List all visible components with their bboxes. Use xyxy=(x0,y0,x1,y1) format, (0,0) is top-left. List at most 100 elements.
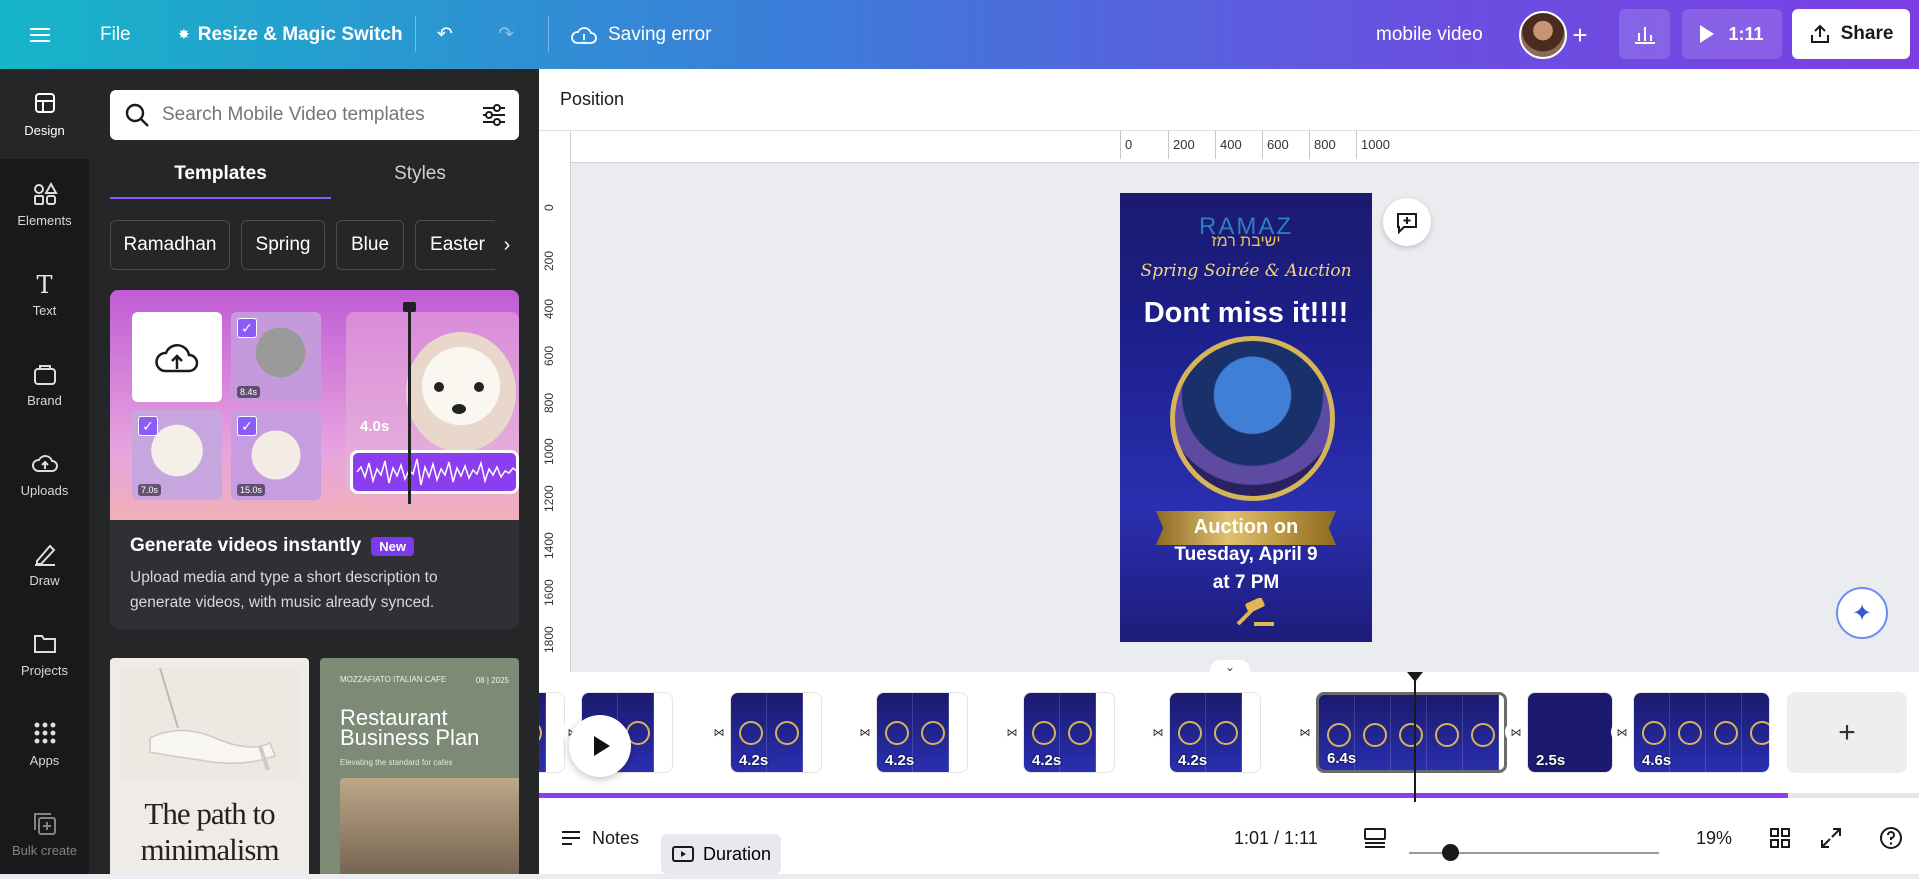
transition-icon[interactable]: ⋈ xyxy=(1294,721,1316,743)
search-input[interactable] xyxy=(162,104,462,126)
timeline-clip[interactable]: 4.2s xyxy=(1169,692,1261,773)
duration-button[interactable]: Duration xyxy=(661,834,782,874)
video-timeline: 4.2s 4.2s 4.2s 4.2s 6.4s 2.5s 4.6s ⋈ ⋈ ⋈… xyxy=(539,672,1919,802)
ruler-label: 200 xyxy=(542,250,556,271)
event-photo xyxy=(1170,336,1335,501)
transition-icon[interactable]: ⋈ xyxy=(1147,721,1169,743)
fullscreen-button[interactable] xyxy=(1820,802,1842,874)
generate-videos-promo[interactable]: ✓ 8.4s ✓ 7.0s ✓ 15.0s 4.0s Generate vide… xyxy=(110,290,519,629)
rail-item-elements[interactable]: Elements xyxy=(0,159,89,249)
clip-duration: 4.6s xyxy=(1642,752,1672,769)
checkbox-icon: ✓ xyxy=(138,416,158,436)
menu-icon[interactable] xyxy=(30,0,60,69)
poodle-thumbnail: ✓ 8.4s xyxy=(231,312,321,402)
ruler-tick xyxy=(1120,131,1121,159)
tab-styles[interactable]: Styles xyxy=(310,163,530,199)
card-title: The path to minimalism xyxy=(110,796,309,868)
clip-duration: 6.4s xyxy=(1327,750,1357,767)
panel-tabs: Templates Styles xyxy=(110,163,519,199)
ruler-label: 1600 xyxy=(542,579,556,606)
design-page[interactable]: RAMAZ ישיבת רמז Spring Soirée & Auction … xyxy=(1120,193,1372,642)
tab-templates[interactable]: Templates xyxy=(110,163,331,199)
divider xyxy=(415,16,416,52)
insights-button[interactable] xyxy=(1619,9,1670,59)
transition-icon[interactable]: ⋈ xyxy=(854,721,876,743)
add-collaborator-button[interactable]: + xyxy=(1563,18,1597,52)
rail-item-text[interactable]: T Text xyxy=(0,249,89,339)
transition-icon[interactable]: ⋈ xyxy=(708,721,730,743)
templates-panel: Templates Styles Ramadhan Spring Blue Ea… xyxy=(89,69,539,874)
design-icon xyxy=(33,91,57,117)
ruler-label: 0 xyxy=(542,204,556,211)
rail-item-bulk-create[interactable]: Bulk create xyxy=(0,789,89,879)
save-status[interactable]: Saving error xyxy=(570,0,712,69)
ruler-tick xyxy=(1215,131,1216,159)
position-button[interactable]: Position xyxy=(560,89,624,110)
document-title[interactable]: mobile video xyxy=(1376,0,1483,69)
timeline-clip[interactable]: 2.5s xyxy=(1527,692,1613,773)
timeline-clip[interactable]: 4.6s xyxy=(1633,692,1770,773)
bottom-bar: Notes Duration 1:01 / 1:11 19% xyxy=(539,802,1919,874)
template-card-restaurant-plan[interactable]: MOZZAFIATO ITALIAN CAFE 08 | 2025 Restau… xyxy=(320,658,519,874)
notes-label: Notes xyxy=(592,827,640,848)
avatar[interactable] xyxy=(1519,11,1567,59)
rail-item-projects[interactable]: Projects xyxy=(0,609,89,699)
rail-item-apps[interactable]: Apps xyxy=(0,699,89,789)
zoom-slider-handle[interactable] xyxy=(1442,844,1460,861)
sparkle-icon: ✸ xyxy=(178,26,190,42)
play-preview-button[interactable]: 1:11 xyxy=(1682,9,1782,59)
chip-blue[interactable]: Blue xyxy=(336,220,404,270)
rail-label: Design xyxy=(24,122,65,138)
help-button[interactable] xyxy=(1879,802,1903,874)
notes-button[interactable]: Notes xyxy=(560,802,639,874)
scrubber-line xyxy=(403,302,416,504)
timeline-play-button[interactable] xyxy=(569,715,631,777)
filter-icon[interactable] xyxy=(481,103,507,127)
add-page-button[interactable]: + xyxy=(1787,692,1907,773)
checkbox-icon: ✓ xyxy=(237,416,257,436)
playhead[interactable] xyxy=(1407,672,1423,802)
timeline-clip[interactable]: 4.2s xyxy=(730,692,822,773)
share-button[interactable]: Share xyxy=(1792,9,1910,59)
side-rail: Design Elements T Text Brand Uploads Dra… xyxy=(0,69,89,874)
grid-view-button[interactable] xyxy=(1769,802,1791,874)
chip-ramadhan[interactable]: Ramadhan xyxy=(110,220,230,270)
timeline-clip-selected[interactable]: 6.4s xyxy=(1316,692,1507,773)
rail-item-design[interactable]: Design xyxy=(0,69,89,159)
audio-waveform xyxy=(350,450,519,494)
clip-duration: 8.4s xyxy=(237,386,261,398)
timeline-clip[interactable]: 4.2s xyxy=(876,692,968,773)
undo-icon[interactable]: ↶ xyxy=(437,0,453,69)
chevron-right-icon[interactable]: › xyxy=(495,220,519,270)
magic-assistant-button[interactable]: ✦ xyxy=(1836,587,1888,639)
context-toolbar: Position xyxy=(539,69,1919,131)
clip-duration: 4.2s xyxy=(885,752,915,769)
file-menu-button[interactable]: File xyxy=(100,0,131,69)
add-comment-button[interactable] xyxy=(1383,198,1431,246)
rail-item-draw[interactable]: Draw xyxy=(0,519,89,609)
cloud-upload-icon xyxy=(155,344,199,373)
chip-spring[interactable]: Spring xyxy=(241,220,325,270)
rail-item-uploads[interactable]: Uploads xyxy=(0,429,89,519)
ruler-label: 1000 xyxy=(542,438,556,465)
save-status-label: Saving error xyxy=(608,23,712,45)
zoom-level[interactable]: 19% xyxy=(1696,802,1732,874)
rail-item-brand[interactable]: Brand xyxy=(0,339,89,429)
search-box[interactable] xyxy=(110,90,519,140)
chip-easter[interactable]: Easter xyxy=(415,220,500,270)
transition-icon[interactable]: ⋈ xyxy=(1001,721,1023,743)
redo-icon[interactable]: ↷ xyxy=(498,0,514,69)
bulldog-thumbnail: ✓ 15.0s xyxy=(231,410,321,500)
headline: Dont miss it!!!! xyxy=(1143,297,1349,329)
share-icon xyxy=(1810,24,1829,43)
timeline-clip[interactable]: 4.2s xyxy=(1023,692,1115,773)
ruler-left: 0 200 400 600 800 1000 1200 1400 1600 18… xyxy=(539,131,571,672)
gavel-icon xyxy=(1236,598,1274,626)
expand-icon xyxy=(1821,828,1841,848)
template-card-minimalism[interactable]: The path to minimalism xyxy=(110,658,309,874)
resize-magic-switch-button[interactable]: ✸ Resize & Magic Switch xyxy=(178,0,403,69)
transition-icon[interactable]: ⋈ xyxy=(1505,721,1527,743)
transition-icon[interactable]: ⋈ xyxy=(1611,721,1633,743)
page-view-toggle[interactable] xyxy=(1363,802,1387,874)
clip-duration: 4.2s xyxy=(1032,752,1062,769)
